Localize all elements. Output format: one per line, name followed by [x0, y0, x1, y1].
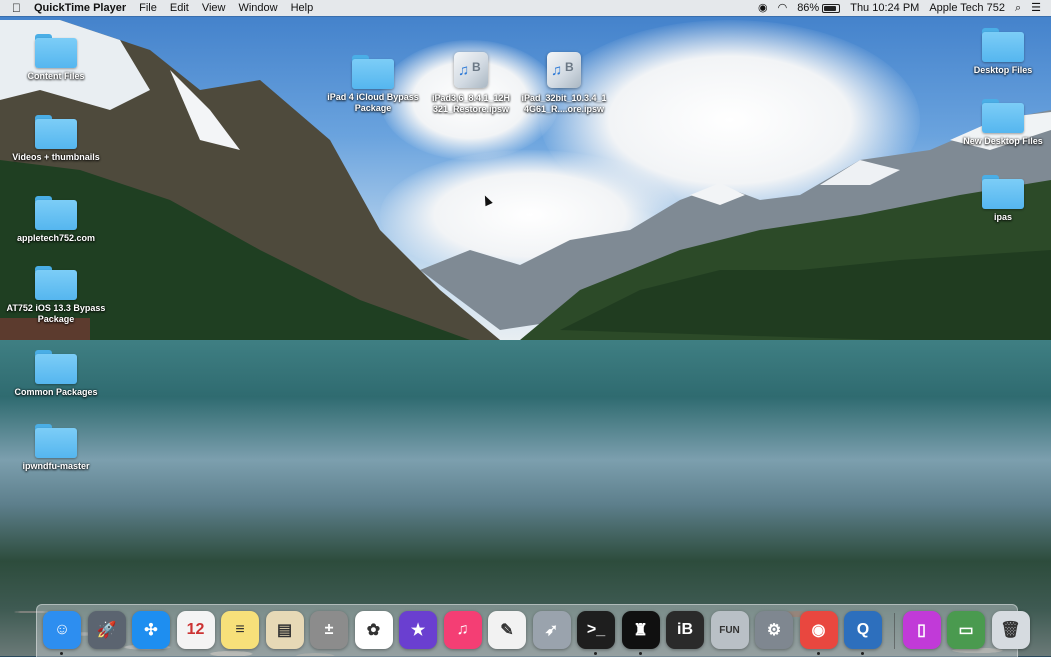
- spotlight-icon[interactable]: ⌕: [1015, 0, 1021, 16]
- menu-bar:  QuickTime Player File Edit View Window…: [0, 0, 1051, 16]
- menu-edit[interactable]: Edit: [170, 2, 189, 14]
- desktop-folder-new-desktop-files[interactable]: New Desktop Files: [948, 99, 1051, 147]
- quicktime-icon[interactable]: Q: [844, 611, 882, 649]
- desktop-icon-label: Common Packages: [14, 387, 98, 397]
- photos-icon[interactable]: ✿: [354, 611, 393, 649]
- desktop-icon-label: Content Files: [27, 71, 85, 81]
- preview-icon[interactable]: ▤: [265, 611, 304, 649]
- folder-icon: [35, 34, 77, 68]
- folder-icon: [35, 266, 77, 300]
- icloud-bypass-icon[interactable]: iB: [666, 611, 704, 649]
- desktop-icon-label: New Desktop Files: [963, 136, 1043, 146]
- finder-icon[interactable]: ☺: [43, 611, 81, 649]
- folder-icon: [35, 115, 77, 149]
- itunes-icon[interactable]: ♫: [443, 611, 482, 649]
- menu-window[interactable]: Window: [238, 2, 277, 14]
- desktop-icon-label: ipwndfu-master: [22, 461, 90, 471]
- iphone-backup-icon[interactable]: ▯: [902, 611, 941, 649]
- running-indicator: [60, 652, 63, 655]
- folder-icon: [352, 55, 394, 89]
- ipsw-file-icon: ♫ B: [452, 50, 490, 90]
- running-indicator: [816, 652, 820, 655]
- menu-file[interactable]: File: [139, 2, 157, 14]
- desktop-icon-label: appletech752.com: [16, 233, 96, 243]
- apple-icon[interactable]: : [12, 0, 21, 16]
- notification-center-icon[interactable]: ☰: [1031, 0, 1041, 16]
- folder-icon: [35, 350, 77, 384]
- notes-icon[interactable]: ≡: [221, 611, 259, 649]
- launchpad-icon[interactable]: 🚀: [87, 611, 126, 649]
- desktop-folder-videos-thumbnails[interactable]: Videos + thumbnails: [1, 115, 111, 163]
- desktop-icon-label: iPad_32bit_10.3.4_14G61_R....ore.ipsw: [521, 93, 607, 114]
- running-indicator: [861, 652, 864, 655]
- desktop-folder-at752-bypass-package[interactable]: AT752 iOS 13.3 Bypass Package: [1, 266, 111, 325]
- calculator-icon[interactable]: ±: [310, 611, 348, 649]
- menu-clock[interactable]: Thu 10:24 PM: [850, 2, 919, 14]
- battery-status[interactable]: 86%: [797, 2, 841, 14]
- desktop-folder-appletech752[interactable]: appletech752.com: [1, 196, 111, 244]
- folder-icon: [35, 424, 77, 458]
- fun-icon[interactable]: FUN: [710, 611, 749, 649]
- dock: ☺ 🚀 ✣ 12 ≡ ▤ ± ✿ ★ ♫ ✎ ➶ >_ ♜ iB FUN ⚙ ◉ Q ▯ ▭ 🗑: [36, 604, 1030, 657]
- trash-icon[interactable]: 🗑: [991, 611, 1030, 649]
- menu-help[interactable]: Help: [291, 2, 314, 14]
- folder-icon: [982, 28, 1024, 62]
- chess-icon[interactable]: ♜: [621, 611, 660, 649]
- menu-bar-left:  QuickTime Player File Edit View Window…: [0, 0, 318, 16]
- desktop-icon-label: ipas: [993, 212, 1012, 222]
- textedit-icon[interactable]: ✎: [488, 611, 526, 649]
- downloads-stack-icon[interactable]: ▭: [947, 611, 985, 649]
- desktop-folder-ipad4-icloud-bypass[interactable]: iPad 4 iCloud Bypass Package: [318, 55, 428, 114]
- desktop-folder-ipwndfu-master[interactable]: ipwndfu-master: [1, 424, 111, 472]
- system-preferences-icon[interactable]: ⚙: [755, 611, 793, 649]
- rocket-app-icon[interactable]: ➶: [532, 611, 571, 649]
- folder-icon: [35, 196, 77, 230]
- running-indicator: [638, 652, 642, 655]
- ipsw-file-icon: ♫ B: [545, 50, 583, 90]
- imovie-icon[interactable]: ★: [399, 611, 437, 649]
- desktop-icon-label: iPad 4 iCloud Bypass Package: [327, 92, 419, 113]
- menu-view[interactable]: View: [202, 2, 226, 14]
- desktop-folder-ipas[interactable]: ipas: [948, 175, 1051, 223]
- running-indicator: [594, 652, 597, 655]
- battery-percent: 86%: [797, 2, 820, 14]
- calendar-icon[interactable]: 12: [176, 611, 215, 649]
- menu-bar-right: ◉ ◠ 86% Thu 10:24 PM Apple Tech 752 ⌕ ☰: [758, 0, 1051, 16]
- desktop-icon-label: iPad3,6_8.4.1_12H321_Restore.ipsw: [431, 93, 511, 114]
- dock-separator: [893, 613, 895, 649]
- chrome-icon[interactable]: ◉: [799, 611, 838, 649]
- menu-app-name[interactable]: QuickTime Player: [34, 2, 126, 14]
- desktop-file-ipad-32bit-ipsw[interactable]: ♫ B iPad_32bit_10.3.4_14G61_R....ore.ipsw: [509, 50, 619, 115]
- desktop-icon-label: Videos + thumbnails: [12, 152, 100, 162]
- desktop-folder-content-files[interactable]: Content Files: [1, 34, 111, 82]
- battery-charging-icon: [822, 3, 841, 13]
- safari-icon[interactable]: ✣: [132, 611, 170, 649]
- desktop-icon-label: Desktop Files: [973, 65, 1033, 75]
- screen-record-icon[interactable]: ◉: [758, 0, 768, 16]
- desktop-folder-desktop-files[interactable]: Desktop Files: [948, 28, 1051, 76]
- desktop-folder-common-packages[interactable]: Common Packages: [1, 350, 111, 398]
- terminal-icon[interactable]: >_: [577, 611, 615, 649]
- menu-user[interactable]: Apple Tech 752: [929, 2, 1005, 14]
- desktop-icon-label: AT752 iOS 13.3 Bypass Package: [6, 303, 106, 324]
- wifi-icon[interactable]: ◠: [778, 0, 788, 16]
- folder-icon: [982, 99, 1024, 133]
- folder-icon: [982, 175, 1024, 209]
